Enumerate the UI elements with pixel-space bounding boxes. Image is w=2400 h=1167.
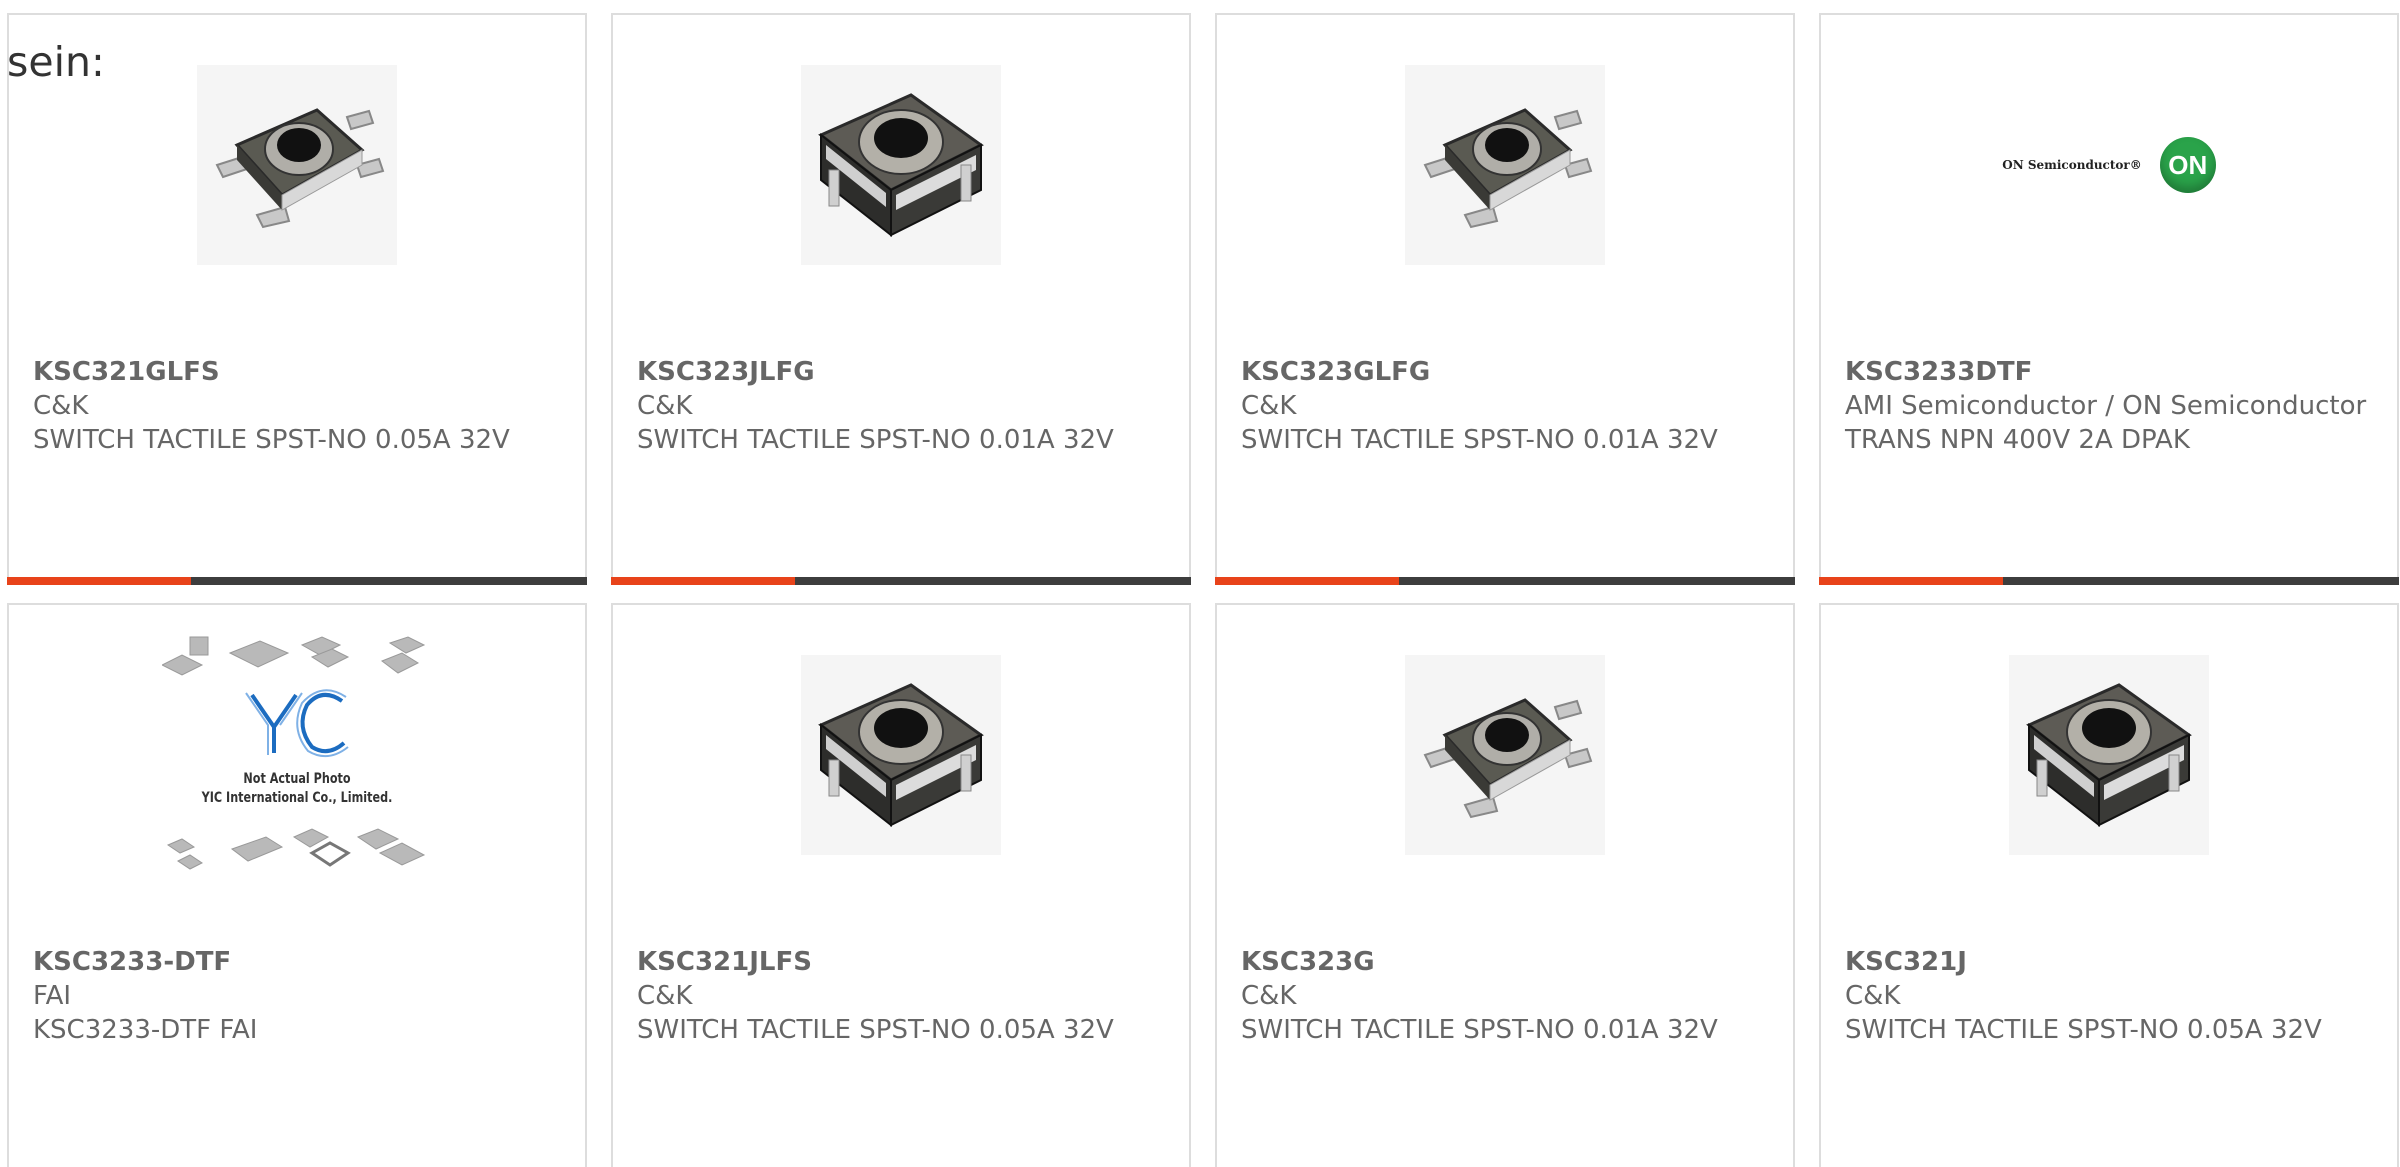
card-bar-accent bbox=[1215, 577, 1399, 585]
product-part-number[interactable]: KSC323JLFG bbox=[637, 355, 1169, 389]
card-bottom-bar bbox=[611, 577, 1191, 585]
product-manufacturer: C&K bbox=[1845, 981, 1901, 1011]
card-bottom-bar bbox=[1215, 577, 1795, 585]
product-image[interactable] bbox=[9, 65, 585, 265]
product-part-number[interactable]: KSC323GLFG bbox=[1241, 355, 1773, 389]
logo-text: ON Semiconductor® bbox=[2002, 158, 2142, 172]
intro-text: sein: bbox=[7, 38, 105, 86]
tactile-switch-smd-icon bbox=[1405, 655, 1605, 855]
card-bar-accent bbox=[1819, 577, 2003, 585]
product-card[interactable]: KSC321JLFS C&K SWITCH TACTILE SPST-NO 0.… bbox=[611, 603, 1191, 1167]
product-info: KSC323JLFG C&K SWITCH TACTILE SPST-NO 0.… bbox=[637, 355, 1169, 457]
product-part-number[interactable]: KSC3233DTF bbox=[1845, 355, 2377, 389]
product-card[interactable]: KSC323JLFG C&K SWITCH TACTILE SPST-NO 0.… bbox=[611, 13, 1191, 585]
product-part-number[interactable]: KSC321GLFS bbox=[33, 355, 565, 389]
product-part-number[interactable]: KSC321J bbox=[1845, 945, 2377, 979]
product-description: SWITCH TACTILE SPST-NO 0.05A 32V bbox=[1845, 1015, 2322, 1045]
product-info: KSC3233DTF AMI Semiconductor / ON Semico… bbox=[1845, 355, 2377, 457]
tactile-switch-smd-icon bbox=[1405, 65, 1605, 265]
tactile-switch-jlead-icon bbox=[801, 65, 1001, 265]
product-grid: KSC321GLFS C&K SWITCH TACTILE SPST-NO 0.… bbox=[7, 13, 2400, 1167]
product-info: KSC3233-DTF FAI KSC3233-DTF FAI bbox=[33, 945, 565, 1047]
product-card[interactable]: KSC321GLFS C&K SWITCH TACTILE SPST-NO 0.… bbox=[7, 13, 587, 585]
product-image[interactable] bbox=[613, 655, 1189, 855]
product-image[interactable] bbox=[1821, 655, 2397, 855]
product-info: KSC321JLFS C&K SWITCH TACTILE SPST-NO 0.… bbox=[637, 945, 1169, 1047]
card-bottom-bar bbox=[7, 577, 587, 585]
product-part-number[interactable]: KSC321JLFS bbox=[637, 945, 1169, 979]
not-actual-photo-placeholder: Not Actual Photo YIC International Co., L… bbox=[162, 635, 432, 875]
product-description: KSC3233-DTF FAI bbox=[33, 1015, 258, 1045]
tactile-switch-jlead-icon bbox=[2009, 655, 2209, 855]
product-info: KSC323GLFG C&K SWITCH TACTILE SPST-NO 0.… bbox=[1241, 355, 1773, 457]
product-manufacturer: AMI Semiconductor / ON Semiconductor bbox=[1845, 391, 2367, 421]
product-description: SWITCH TACTILE SPST-NO 0.01A 32V bbox=[1241, 425, 1718, 455]
product-description: SWITCH TACTILE SPST-NO 0.01A 32V bbox=[637, 425, 1114, 455]
product-manufacturer: C&K bbox=[33, 391, 89, 421]
tactile-switch-jlead-icon bbox=[801, 655, 1001, 855]
chip-packages-icon bbox=[162, 636, 426, 870]
product-grid-page: sein: KSC321GLFS C&K SWITCH TACTILE SPST… bbox=[0, 0, 2400, 1167]
product-description: SWITCH TACTILE SPST-NO 0.05A 32V bbox=[33, 425, 510, 455]
product-image[interactable] bbox=[1217, 655, 1793, 855]
product-description: TRANS NPN 400V 2A DPAK bbox=[1845, 425, 2190, 455]
product-card[interactable]: Not Actual Photo YIC International Co., L… bbox=[7, 603, 587, 1167]
card-bar-accent bbox=[7, 577, 191, 585]
product-info: KSC321J C&K SWITCH TACTILE SPST-NO 0.05A… bbox=[1845, 945, 2377, 1047]
product-part-number[interactable]: KSC3233-DTF bbox=[33, 945, 565, 979]
product-manufacturer: C&K bbox=[1241, 391, 1297, 421]
product-part-number[interactable]: KSC323G bbox=[1241, 945, 1773, 979]
product-description: SWITCH TACTILE SPST-NO 0.01A 32V bbox=[1241, 1015, 1718, 1045]
on-badge-icon: ON bbox=[2159, 137, 2216, 193]
product-manufacturer: FAI bbox=[33, 981, 72, 1011]
tactile-switch-smd-icon bbox=[197, 65, 397, 265]
on-semiconductor-logo: ON Semiconductor® ON bbox=[2002, 137, 2216, 193]
product-manufacturer: C&K bbox=[637, 391, 693, 421]
product-image[interactable] bbox=[613, 65, 1189, 265]
product-manufacturer: C&K bbox=[637, 981, 693, 1011]
product-description: SWITCH TACTILE SPST-NO 0.05A 32V bbox=[637, 1015, 1114, 1045]
product-image[interactable]: ON Semiconductor® ON bbox=[1821, 65, 2397, 265]
card-bar-accent bbox=[611, 577, 795, 585]
product-info: KSC323G C&K SWITCH TACTILE SPST-NO 0.01A… bbox=[1241, 945, 1773, 1047]
product-card[interactable]: KSC321J C&K SWITCH TACTILE SPST-NO 0.05A… bbox=[1819, 603, 2399, 1167]
product-card[interactable]: KSC323G C&K SWITCH TACTILE SPST-NO 0.01A… bbox=[1215, 603, 1795, 1167]
product-image[interactable]: Not Actual Photo YIC International Co., L… bbox=[9, 635, 585, 875]
placeholder-caption-line1: Not Actual Photo bbox=[243, 771, 351, 787]
product-card[interactable]: KSC323GLFG C&K SWITCH TACTILE SPST-NO 0.… bbox=[1215, 13, 1795, 585]
product-info: KSC321GLFS C&K SWITCH TACTILE SPST-NO 0.… bbox=[33, 355, 565, 457]
placeholder-caption-line2: YIC International Co., Limited. bbox=[201, 790, 393, 806]
card-bottom-bar bbox=[1819, 577, 2399, 585]
product-image[interactable] bbox=[1217, 65, 1793, 265]
product-manufacturer: C&K bbox=[1241, 981, 1297, 1011]
product-card[interactable]: ON Semiconductor® ON KSC3233DTF AMI Semic… bbox=[1819, 13, 2399, 585]
